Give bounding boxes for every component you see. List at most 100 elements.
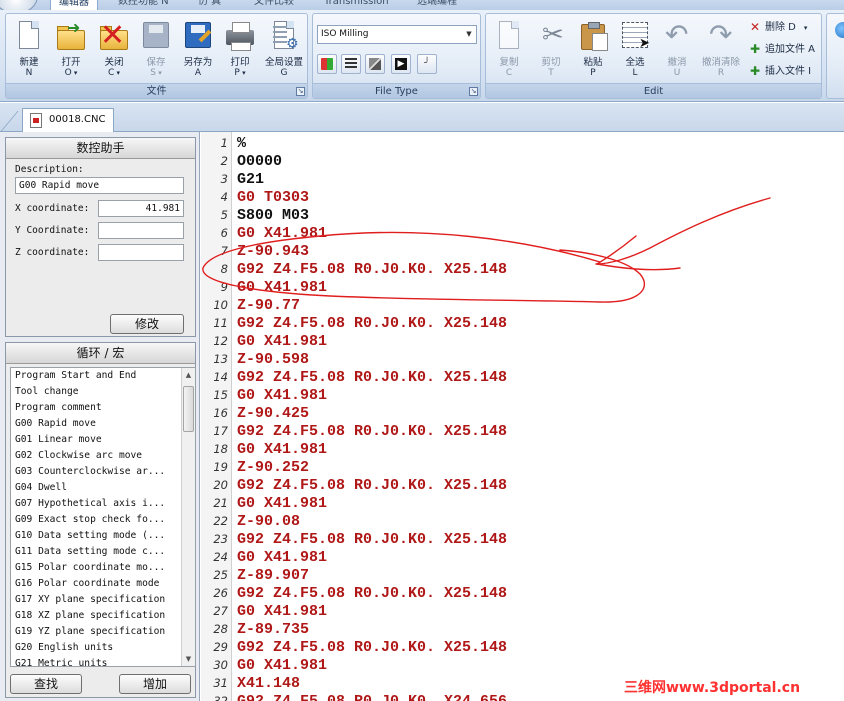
undo-clear-button[interactable]: ↷ 撤消清除 R bbox=[699, 20, 743, 86]
next-group bbox=[826, 13, 844, 99]
code-line[interactable]: G0 X41.981 bbox=[237, 225, 327, 242]
code-line[interactable]: G0 X41.981 bbox=[237, 495, 327, 512]
filetype-group-launcher-icon[interactable]: ↘ bbox=[469, 87, 478, 96]
macro-list-item[interactable]: G18 XZ plane specification bbox=[11, 608, 195, 624]
document-tab[interactable]: 00018.CNC bbox=[22, 108, 115, 132]
modify-button[interactable]: 修改 bbox=[110, 314, 184, 334]
code-line[interactable]: G92 Z4.F5.08 R0.J0.K0. X25.148 bbox=[237, 315, 507, 332]
close-button[interactable]: ✕ 关闭 C ▾ bbox=[94, 20, 134, 86]
macro-list-item[interactable]: Program Start and End bbox=[11, 368, 195, 384]
x-coordinate-field[interactable]: 41.981 bbox=[98, 200, 184, 217]
code-line[interactable]: G92 Z4.F5.08 R0.J0.K0. X25.148 bbox=[237, 369, 507, 386]
code-line[interactable]: G0 X41.981 bbox=[237, 549, 327, 566]
tab-nc-functions[interactable]: 数控功能 N bbox=[118, 0, 169, 10]
code-line[interactable]: S800 M03 bbox=[237, 207, 309, 224]
filetype-dropdown[interactable]: ISO Milling ▼ bbox=[317, 25, 477, 44]
color-scheme-button[interactable] bbox=[317, 54, 337, 74]
code-line[interactable]: G0 X41.981 bbox=[237, 657, 327, 674]
line-number: 6 bbox=[220, 226, 228, 240]
find-button[interactable]: 查找 bbox=[10, 674, 82, 694]
macro-list-item[interactable]: Tool change bbox=[11, 384, 195, 400]
cut-button[interactable]: ✂ 剪切 T bbox=[531, 20, 571, 86]
code-line[interactable]: G21 bbox=[237, 171, 264, 188]
scroll-up-icon[interactable]: ▲ bbox=[182, 368, 195, 382]
macro-list-item[interactable]: G09 Exact stop check fo... bbox=[11, 512, 195, 528]
code-line[interactable]: Z-90.425 bbox=[237, 405, 309, 422]
insert-file-button[interactable]: ✚ 插入文件 I bbox=[748, 63, 811, 81]
macro-list-item[interactable]: G02 Clockwise arc move bbox=[11, 448, 195, 464]
append-file-button[interactable]: ✚ 追加文件 A bbox=[748, 41, 815, 59]
save-button[interactable]: 保存 S ▾ bbox=[136, 20, 176, 86]
code-line[interactable]: G92 Z4.F5.08 R0.J0.K0. X24.656 bbox=[237, 693, 507, 701]
macro-list-item[interactable]: G17 XY plane specification bbox=[11, 592, 195, 608]
code-line[interactable]: Z-90.08 bbox=[237, 513, 300, 530]
code-line[interactable]: G92 Z4.F5.08 R0.J0.K0. X25.148 bbox=[237, 477, 507, 494]
file-group-launcher-icon[interactable]: ↘ bbox=[296, 87, 305, 96]
code-line[interactable]: X41.148 bbox=[237, 675, 300, 692]
code-line[interactable]: Z-90.598 bbox=[237, 351, 309, 368]
tool-settings-button[interactable] bbox=[365, 54, 385, 74]
code-line[interactable]: G92 Z4.F5.08 R0.J0.K0. X25.148 bbox=[237, 639, 507, 656]
save-as-button[interactable]: 另存为 A bbox=[178, 20, 218, 86]
code-line[interactable]: G0 X41.981 bbox=[237, 603, 327, 620]
code-line[interactable]: G92 Z4.F5.08 R0.J0.K0. X25.148 bbox=[237, 261, 507, 278]
code-editor[interactable]: 1 2 3 4 5 6 7 8 9 10 11 12 13 14 15 16 17 18 19 20 21 22 23 24 2… bbox=[201, 132, 844, 701]
macro-list-item[interactable]: G07 Hypothetical axis i... bbox=[11, 496, 195, 512]
code-line[interactable]: G0 X41.981 bbox=[237, 387, 327, 404]
z-coordinate-field[interactable] bbox=[98, 244, 184, 261]
macro-list-item[interactable]: G10 Data setting mode (... bbox=[11, 528, 195, 544]
tab-transmission[interactable]: Transmission bbox=[324, 0, 389, 10]
tab-remote-programming[interactable]: 远端编程 bbox=[417, 0, 457, 10]
tab-simulation[interactable]: 仿 真 bbox=[198, 0, 221, 10]
list-view-button[interactable] bbox=[341, 54, 361, 74]
macro-list-item[interactable]: G00 Rapid move bbox=[11, 416, 195, 432]
terminal-button[interactable]: ▶ bbox=[391, 54, 411, 74]
code-line[interactable]: G0 X41.981 bbox=[237, 333, 327, 350]
code-line[interactable]: G0 X41.981 bbox=[237, 441, 327, 458]
y-coordinate-field[interactable] bbox=[98, 222, 184, 239]
add-button[interactable]: 增加 bbox=[119, 674, 191, 694]
tab-editor[interactable]: 编辑器 bbox=[50, 0, 98, 10]
new-button[interactable]: 新建 N bbox=[9, 20, 49, 86]
code-line[interactable]: % bbox=[237, 135, 246, 152]
scroll-thumb[interactable] bbox=[183, 386, 194, 432]
macro-list-item[interactable]: G21 Metric units bbox=[11, 656, 195, 666]
macro-list-item[interactable]: G03 Counterclockwise ar... bbox=[11, 464, 195, 480]
code-line[interactable]: Z-90.943 bbox=[237, 243, 309, 260]
undo-button[interactable]: ↶ 撤消 U bbox=[657, 20, 697, 86]
application-button[interactable] bbox=[0, 0, 38, 10]
filetype-group-label: File Type bbox=[313, 83, 480, 98]
macro-list-item[interactable]: G19 YZ plane specification bbox=[11, 624, 195, 640]
print-button[interactable]: 打印 P ▾ bbox=[220, 20, 260, 86]
code-line[interactable]: Z-89.735 bbox=[237, 621, 309, 638]
code-line[interactable]: Z-89.907 bbox=[237, 567, 309, 584]
tab-file-compare[interactable]: 文件比较 bbox=[254, 0, 294, 10]
pointer-button[interactable]: ╯ bbox=[417, 54, 437, 74]
delete-button[interactable]: ✕ 删除 D ▾ bbox=[748, 19, 807, 37]
copy-button[interactable]: 复制 C bbox=[489, 20, 529, 86]
macro-list-item[interactable]: G20 English units bbox=[11, 640, 195, 656]
macro-list-item[interactable]: G04 Dwell bbox=[11, 480, 195, 496]
list-scrollbar[interactable]: ▲ ▼ bbox=[181, 368, 195, 666]
macro-list-item[interactable]: Program comment bbox=[11, 400, 195, 416]
description-field[interactable]: G00 Rapid move bbox=[15, 177, 184, 194]
select-all-button[interactable]: ➤ 全选 L bbox=[615, 20, 655, 86]
code-line[interactable]: G92 Z4.F5.08 R0.J0.K0. X25.148 bbox=[237, 423, 507, 440]
code-line[interactable]: G0 T0303 bbox=[237, 189, 309, 206]
macro-list-item[interactable]: G11 Data setting mode c... bbox=[11, 544, 195, 560]
paste-button[interactable]: 粘贴 P bbox=[573, 20, 613, 86]
macro-list-item[interactable]: G01 Linear move bbox=[11, 432, 195, 448]
code-line[interactable]: G92 Z4.F5.08 R0.J0.K0. X25.148 bbox=[237, 531, 507, 548]
scroll-down-icon[interactable]: ▼ bbox=[182, 652, 195, 666]
macro-list-item[interactable]: G16 Polar coordinate mode bbox=[11, 576, 195, 592]
macro-list-item[interactable]: G15 Polar coordinate mo... bbox=[11, 560, 195, 576]
globe-icon[interactable] bbox=[835, 22, 844, 38]
code-line[interactable]: G0 X41.981 bbox=[237, 279, 327, 296]
code-line[interactable]: O0000 bbox=[237, 153, 282, 170]
code-line[interactable]: G92 Z4.F5.08 R0.J0.K0. X25.148 bbox=[237, 585, 507, 602]
code-line[interactable]: Z-90.77 bbox=[237, 297, 300, 314]
open-button[interactable]: ➜ 打开 O ▾ bbox=[51, 18, 91, 86]
z-coordinate-label: Z coordinate: bbox=[15, 247, 90, 258]
global-settings-button[interactable]: ⚙ 全局设置 G bbox=[262, 20, 306, 86]
code-line[interactable]: Z-90.252 bbox=[237, 459, 309, 476]
